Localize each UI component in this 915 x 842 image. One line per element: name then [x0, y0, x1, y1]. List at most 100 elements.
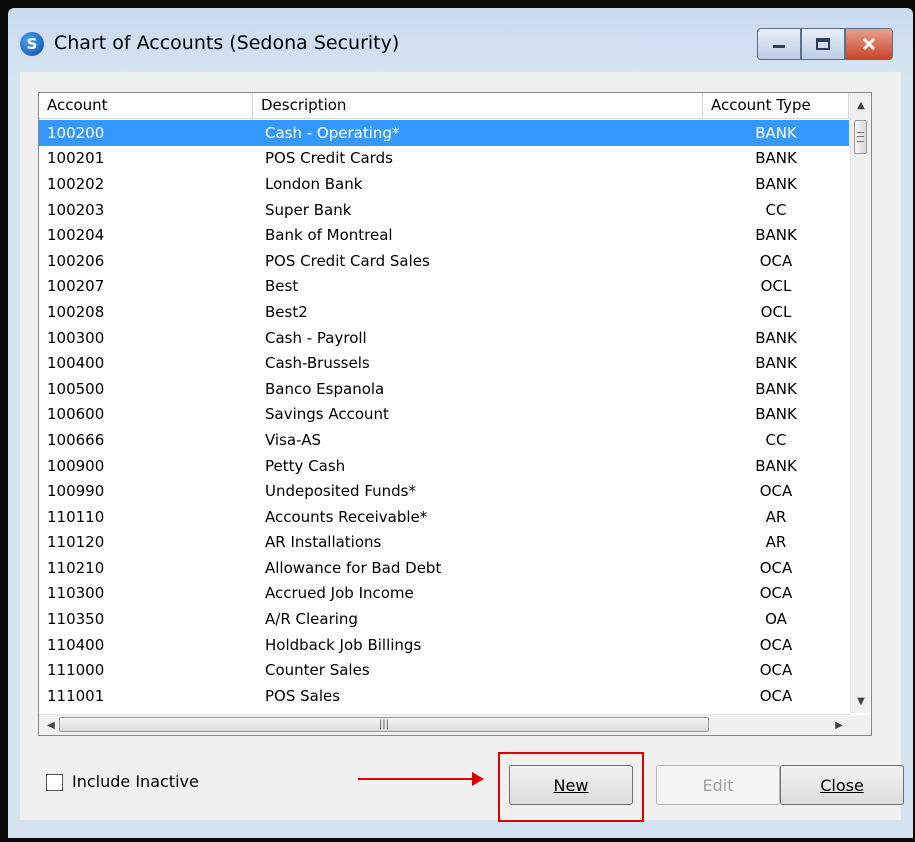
account-cell: 100666	[47, 430, 105, 449]
description-cell: Undeposited Funds*	[265, 482, 416, 501]
table-row[interactable]: 110300 Accrued Job Income OCA	[39, 581, 849, 607]
minimize-button[interactable]	[757, 28, 801, 60]
scroll-down-arrow-icon[interactable]: ▼	[851, 691, 871, 711]
table-row[interactable]: 110120 AR Installations AR	[39, 530, 849, 556]
include-inactive-label[interactable]: Include Inactive	[72, 772, 199, 791]
account-type-cell: BANK	[755, 405, 797, 424]
maximize-icon	[816, 38, 830, 50]
description-cell: Accounts Receivable*	[265, 507, 428, 526]
account-type-cell: OCL	[760, 302, 792, 321]
annotation-arrowhead-icon	[472, 772, 484, 786]
account-type-cell: BANK	[755, 328, 797, 347]
description-cell: Visa-AS	[265, 430, 321, 449]
table-row[interactable]: 100207 Best OCL	[39, 274, 849, 300]
account-type-cell: CC	[765, 200, 787, 219]
table-row[interactable]: 100203 Super Bank CC	[39, 197, 849, 223]
table-row[interactable]: 100201 POS Credit Cards BANK	[39, 146, 849, 172]
description-cell: POS Sales	[265, 686, 341, 705]
table-row[interactable]: 110210 Allowance for Bad Debt OCA	[39, 555, 849, 581]
account-type-cell: BANK	[755, 379, 797, 398]
screen-frame: S Chart of Accounts (Sedona Security) Ac…	[0, 0, 915, 842]
table-row[interactable]: 110350 A/R Clearing OA	[39, 606, 849, 632]
sedona-app-icon: S	[20, 32, 44, 56]
new-button[interactable]: New	[509, 765, 633, 805]
column-header-account[interactable]: Account	[39, 93, 253, 119]
column-header-account-type[interactable]: Account Type	[703, 93, 849, 119]
account-type-cell: OCA	[759, 584, 793, 603]
account-cell: 100990	[47, 482, 105, 501]
account-cell: 100900	[47, 456, 105, 475]
description-cell: AR Installations	[265, 533, 382, 552]
description-cell: Savings Account	[265, 405, 389, 424]
description-cell: Petty Cash	[265, 456, 346, 475]
column-header-description[interactable]: Description	[253, 93, 703, 119]
account-cell: 100206	[47, 251, 105, 270]
list-rows: 100200 Cash - Operating* BANK 100201 POS Cre…	[39, 120, 849, 709]
description-cell: Accrued Job Income	[265, 584, 414, 603]
table-row[interactable]: 100206 POS Credit Card Sales OCA	[39, 248, 849, 274]
scroll-right-arrow-icon[interactable]: ▶	[829, 715, 849, 735]
account-type-cell: BANK	[755, 149, 797, 168]
account-type-cell: BANK	[755, 174, 797, 193]
description-cell: A/R Clearing	[265, 610, 358, 629]
window-close-button[interactable]	[845, 28, 893, 60]
horizontal-scrollbar[interactable]: ◀ ||| ▶	[39, 714, 851, 735]
new-button-label: New	[553, 775, 589, 795]
edit-button-label: Edit	[702, 775, 734, 795]
caption-buttons	[757, 28, 893, 60]
account-type-cell: BANK	[755, 226, 797, 245]
description-cell: Banco Espanola	[265, 379, 385, 398]
table-row[interactable]: 100400 Cash-Brussels BANK	[39, 350, 849, 376]
description-cell: Best	[265, 277, 299, 296]
table-row[interactable]: 110400 Holdback Job Billings OCA	[39, 632, 849, 658]
accounts-list[interactable]: Account Description Account Type 100200 C…	[38, 92, 872, 736]
description-cell: Holdback Job Billings	[265, 635, 422, 654]
account-cell: 111000	[47, 661, 105, 680]
table-row[interactable]: 110110 Accounts Receivable* AR	[39, 504, 849, 530]
account-cell: 110120	[47, 533, 105, 552]
account-cell: 110400	[47, 635, 105, 654]
vertical-scroll-thumb[interactable]	[854, 120, 867, 154]
edit-button[interactable]: Edit	[656, 765, 780, 805]
account-type-cell: OCA	[759, 686, 793, 705]
include-inactive-checkbox[interactable]	[46, 774, 63, 791]
annotation-arrow	[358, 778, 478, 780]
scroll-up-arrow-icon[interactable]: ▲	[851, 95, 871, 115]
table-row[interactable]: 100204 Bank of Montreal BANK	[39, 222, 849, 248]
table-row[interactable]: 100300 Cash - Payroll BANK	[39, 325, 849, 351]
account-cell: 100208	[47, 302, 105, 321]
account-type-cell: AR	[765, 507, 787, 526]
table-row[interactable]: 100500 Banco Espanola BANK	[39, 376, 849, 402]
table-row[interactable]: 100666 Visa-AS CC	[39, 427, 849, 453]
table-row[interactable]: 111001 POS Sales OCA	[39, 683, 849, 709]
account-type-cell: OCA	[759, 661, 793, 680]
description-cell: Cash-Brussels	[265, 354, 370, 373]
title-bar[interactable]: S Chart of Accounts (Sedona Security)	[8, 8, 913, 74]
account-cell: 100204	[47, 226, 105, 245]
account-cell: 100207	[47, 277, 105, 296]
account-cell: 110300	[47, 584, 105, 603]
maximize-button[interactable]	[801, 28, 845, 60]
table-row[interactable]: 100202 London Bank BANK	[39, 171, 849, 197]
table-row[interactable]: 100600 Savings Account BANK	[39, 402, 849, 428]
horizontal-scroll-thumb[interactable]: |||	[59, 717, 709, 732]
window-title: Chart of Accounts (Sedona Security)	[54, 32, 400, 54]
account-cell: 100600	[47, 405, 105, 424]
table-row[interactable]: 100200 Cash - Operating* BANK	[39, 120, 849, 146]
account-type-cell: OCL	[760, 277, 792, 296]
account-type-cell: OCA	[759, 558, 793, 577]
close-button-label: Close	[820, 775, 864, 795]
account-type-cell: OA	[765, 610, 787, 629]
close-button[interactable]: Close	[780, 765, 904, 805]
scroll-left-arrow-icon[interactable]: ◀	[41, 715, 61, 735]
table-row[interactable]: 100900 Petty Cash BANK	[39, 453, 849, 479]
vertical-scrollbar[interactable]: ▲ ▼	[850, 93, 871, 713]
account-cell: 100300	[47, 328, 105, 347]
scroll-corner	[851, 715, 871, 735]
description-cell: Best2	[265, 302, 308, 321]
table-row[interactable]: 111000 Counter Sales OCA	[39, 657, 849, 683]
description-cell: POS Credit Card Sales	[265, 251, 430, 270]
account-cell: 110210	[47, 558, 105, 577]
table-row[interactable]: 100208 Best2 OCL	[39, 299, 849, 325]
table-row[interactable]: 100990 Undeposited Funds* OCA	[39, 478, 849, 504]
